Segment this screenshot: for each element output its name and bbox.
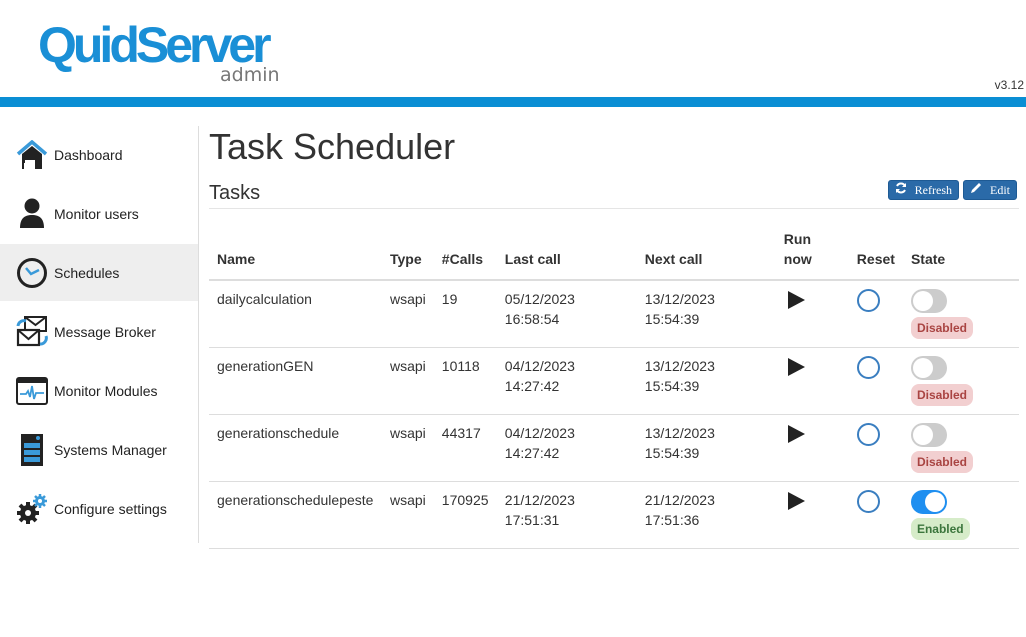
- toggle-knob: [912, 291, 933, 311]
- app-header: QuidServer admin v3.12: [0, 0, 1026, 97]
- play-icon[interactable]: [787, 291, 805, 309]
- state-toggle[interactable]: [910, 289, 947, 313]
- sidebar-item-dashboard[interactable]: Dashboard: [0, 126, 198, 183]
- sidebar-item-label: Monitor users: [54, 205, 139, 222]
- logo-text: QuidServer: [38, 17, 272, 73]
- tasks-section-header: Tasks Refresh Edit: [209, 176, 1019, 209]
- mail-sync-icon: [16, 315, 48, 348]
- header-divider: [0, 97, 1026, 107]
- refresh-button[interactable]: Refresh: [887, 180, 959, 200]
- play-icon[interactable]: [787, 425, 805, 443]
- sidebar-item-label: Configure settings: [54, 500, 167, 517]
- tasks-table: Name Type #Calls Last call Next call Run…: [209, 229, 1019, 549]
- task-calls: 10118: [433, 347, 497, 415]
- user-icon: [16, 198, 48, 230]
- state-toggle[interactable]: [910, 490, 947, 514]
- toggle-knob: [912, 358, 933, 378]
- task-last-call: 21/12/2023 17:51:31: [496, 481, 637, 549]
- table-row: generationschedulepeste wsapi 170925 21/…: [209, 481, 1019, 549]
- play-icon[interactable]: [787, 492, 805, 510]
- task-type: wsapi: [382, 280, 434, 348]
- sidebar-item-systems-manager[interactable]: Systems Manager: [0, 421, 198, 478]
- section-title: Tasks: [209, 182, 261, 204]
- state-toggle[interactable]: [910, 423, 947, 447]
- column-header-name[interactable]: Name: [209, 229, 382, 281]
- clock-icon: [16, 257, 48, 289]
- main-content: Task Scheduler Tasks Refresh Edit Name T…: [209, 126, 1019, 549]
- status-badge: Disabled: [910, 317, 973, 339]
- sidebar: Dashboard Monitor users Schedules Messag…: [0, 126, 199, 543]
- gears-icon: [16, 493, 48, 525]
- status-badge: Disabled: [910, 384, 973, 406]
- server-icon: [16, 433, 48, 466]
- task-name: generationschedulepeste: [209, 481, 382, 549]
- status-badge: Disabled: [910, 451, 973, 473]
- sidebar-item-schedules[interactable]: Schedules: [0, 244, 198, 301]
- logo-subtitle: admin: [220, 64, 280, 86]
- edit-button[interactable]: Edit: [963, 180, 1017, 200]
- page-title: Task Scheduler: [209, 126, 456, 167]
- state-toggle[interactable]: [910, 356, 947, 380]
- task-last-call: 05/12/2023 16:58:54: [496, 280, 637, 348]
- table-row: generationGEN wsapi 10118 04/12/2023 14:2…: [209, 347, 1019, 415]
- task-calls: 44317: [433, 414, 497, 482]
- task-name: generationschedule: [209, 414, 382, 482]
- task-last-call: 04/12/2023 14:27:42: [496, 414, 637, 482]
- task-next-call: 21/12/2023 17:51:36: [636, 481, 776, 549]
- version-label: v3.12: [994, 78, 1024, 92]
- column-header-state: State: [902, 229, 1019, 281]
- task-last-call: 04/12/2023 14:27:42: [496, 347, 637, 415]
- column-header-type[interactable]: Type: [382, 229, 434, 281]
- column-header-run-now: Run now: [775, 229, 849, 281]
- pencil-icon: [970, 182, 982, 198]
- pulse-monitor-icon: [16, 375, 48, 407]
- refresh-icon: [895, 182, 907, 198]
- column-header-reset: Reset: [848, 229, 903, 281]
- reset-radio[interactable]: [856, 423, 880, 446]
- task-type: wsapi: [382, 347, 434, 415]
- task-next-call: 13/12/2023 15:54:39: [636, 414, 776, 482]
- toggle-knob: [912, 425, 933, 445]
- column-header-last-call[interactable]: Last call: [496, 229, 637, 281]
- play-icon[interactable]: [787, 358, 805, 376]
- refresh-label: Refresh: [914, 182, 952, 197]
- logo[interactable]: QuidServer admin: [38, 17, 280, 86]
- task-name: dailycalculation: [209, 280, 382, 348]
- sidebar-item-label: Message Broker: [54, 323, 156, 340]
- reset-radio[interactable]: [856, 490, 880, 513]
- task-calls: 19: [433, 280, 497, 348]
- reset-radio[interactable]: [856, 356, 880, 379]
- sidebar-item-label: Schedules: [54, 264, 120, 281]
- table-row: generationschedule wsapi 44317 04/12/202…: [209, 414, 1019, 482]
- task-name: generationGEN: [209, 347, 382, 415]
- sidebar-item-label: Monitor Modules: [54, 382, 158, 399]
- reset-radio[interactable]: [856, 289, 880, 312]
- home-icon: [16, 139, 48, 171]
- sidebar-item-label: Dashboard: [54, 146, 123, 163]
- task-type: wsapi: [382, 414, 434, 482]
- table-row: dailycalculation wsapi 19 05/12/2023 16:5…: [209, 280, 1019, 348]
- sidebar-item-monitor-users[interactable]: Monitor users: [0, 185, 198, 242]
- table-header-row: Name Type #Calls Last call Next call Run…: [209, 229, 1019, 281]
- sidebar-item-label: Systems Manager: [54, 441, 167, 458]
- sidebar-item-message-broker[interactable]: Message Broker: [0, 303, 198, 360]
- column-header-calls[interactable]: #Calls: [433, 229, 497, 281]
- toggle-knob: [924, 492, 945, 512]
- task-next-call: 13/12/2023 15:54:39: [636, 280, 776, 348]
- sidebar-item-configure-settings[interactable]: Configure settings: [0, 480, 198, 537]
- sidebar-item-monitor-modules[interactable]: Monitor Modules: [0, 362, 198, 419]
- edit-label: Edit: [990, 182, 1010, 197]
- status-badge: Enabled: [910, 518, 970, 540]
- task-type: wsapi: [382, 481, 434, 549]
- task-calls: 170925: [433, 481, 497, 549]
- column-header-next-call[interactable]: Next call: [636, 229, 776, 281]
- task-next-call: 13/12/2023 15:54:39: [636, 347, 776, 415]
